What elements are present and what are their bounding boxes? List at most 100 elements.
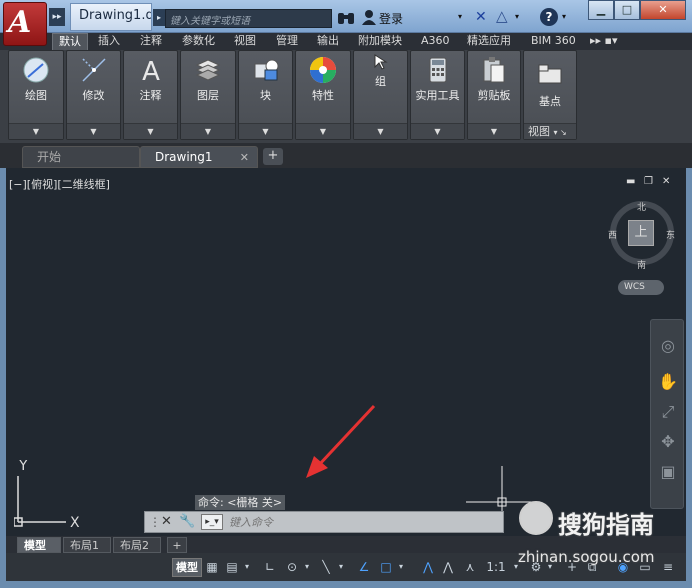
draw-icon [23, 57, 49, 83]
panel-view[interactable]: 基点 视图 ▾ ↘ [523, 50, 577, 140]
tab-annotate[interactable]: 注释 [134, 33, 168, 50]
drawing-canvas[interactable]: [−][俯视][二维线框] ▬ ❐ ✕ 上 北 南 西 东 WCS ◎ ✋ ⤢ … [6, 168, 686, 536]
grip-handle-icon[interactable]: ⋮ [149, 515, 161, 529]
chevron-down-icon[interactable]: ▼ [296, 123, 350, 139]
ribbon-overflow-button[interactable]: ▸▸ ▪▾ [584, 33, 624, 50]
steering-wheel-icon[interactable]: ◎ [658, 336, 678, 356]
wrench-icon[interactable]: 🔧 [179, 514, 195, 529]
minimize-button[interactable]: ▁ [588, 0, 614, 20]
chevron-down-icon[interactable]: ▾ [335, 558, 347, 577]
panel-label: 块 [260, 89, 271, 102]
chevron-down-icon[interactable]: ▼ [124, 123, 177, 139]
chevron-down-icon[interactable]: ▾ [301, 558, 313, 577]
chevron-down-icon: ▾ ↘ [553, 128, 567, 137]
compass-south[interactable]: 南 [637, 258, 646, 271]
application-menu-button[interactable]: A [3, 2, 47, 46]
help-icon[interactable]: ? [540, 8, 558, 26]
group-icon [374, 54, 388, 70]
compass-east[interactable]: 东 [666, 228, 675, 241]
compass-west[interactable]: 西 [608, 228, 617, 241]
block-icon [254, 59, 278, 81]
title-chevron-icon[interactable]: ▸ [153, 9, 165, 26]
panel-properties[interactable]: 特性 ▼ [295, 50, 351, 140]
tab-manage[interactable]: 管理 [270, 33, 304, 50]
panel-block[interactable]: 块 ▼ [238, 50, 293, 140]
chevron-down-icon[interactable]: ▼ [239, 123, 292, 139]
chevron-down-icon[interactable]: ▼ [67, 123, 120, 139]
chevron-down-icon[interactable]: ▼ [9, 123, 63, 139]
tab-default[interactable]: 默认 [52, 33, 88, 50]
zoom-icon[interactable]: ⤢ [658, 402, 678, 422]
wcs-menu[interactable]: WCS [618, 280, 664, 295]
tab-model[interactable]: 模型 [17, 537, 61, 553]
panel-layers[interactable]: 图层 ▼ [180, 50, 236, 140]
chevron-down-icon[interactable]: ▾ [395, 558, 407, 577]
close-icon[interactable]: ✕ [240, 147, 249, 168]
snap-icon[interactable]: ▤ [224, 558, 240, 577]
autodesk-a360-icon[interactable]: △ [496, 7, 508, 25]
viewport-controls-label[interactable]: [−][俯视][二维线框] [9, 176, 110, 192]
close-icon[interactable]: ✕ [161, 514, 172, 529]
new-tab-button[interactable]: + [263, 148, 283, 165]
tab-layout1[interactable]: 布局1 [63, 537, 111, 553]
model-space-button[interactable]: 模型 [172, 558, 202, 577]
chevron-down-icon[interactable]: ▾ [562, 12, 566, 21]
viewport-minimize-icon[interactable]: ▬ [626, 176, 635, 187]
chevron-down-icon[interactable]: ▼ [354, 123, 407, 139]
tab-insert[interactable]: 插入 [92, 33, 126, 50]
panel-draw[interactable]: 绘图 ▼ [8, 50, 64, 140]
binoculars-icon[interactable] [336, 8, 356, 28]
auto-scale-icon[interactable]: ⋀ [440, 558, 456, 577]
chevron-down-icon[interactable]: ▼ [468, 123, 520, 139]
tab-bim360[interactable]: BIM 360 [525, 33, 582, 50]
customize-menu-icon[interactable]: ≡ [660, 558, 676, 577]
maximize-button[interactable]: □ [614, 0, 640, 20]
showmotion-icon[interactable]: ▣ [658, 462, 678, 482]
viewport-close-icon[interactable]: ✕ [662, 176, 670, 187]
tab-featured-apps[interactable]: 精选应用 [461, 33, 517, 50]
tab-parametric[interactable]: 参数化 [176, 33, 221, 50]
tab-view[interactable]: 视图 [228, 33, 262, 50]
add-layout-button[interactable]: + [167, 537, 187, 553]
orbit-icon[interactable]: ✥ [658, 432, 678, 452]
sogou-watermark-logo [519, 501, 553, 535]
panel-annotation[interactable]: A 注释 ▼ [123, 50, 178, 140]
quick-access-toolbar-toggle[interactable]: ▸▸ [49, 8, 65, 26]
tab-layout2[interactable]: 布局2 [113, 537, 161, 553]
ortho-icon[interactable]: ∟ [262, 558, 278, 577]
signin-button[interactable]: 登录 ▾ [360, 8, 470, 28]
annotation-scale-icon[interactable]: ⋏ [462, 558, 478, 577]
chevron-down-icon[interactable]: ▼ [181, 123, 235, 139]
panel-clipboard[interactable]: 剪贴板 ▼ [467, 50, 521, 140]
tab-a360[interactable]: A360 [415, 33, 456, 50]
object-snap-tracking-icon[interactable]: ∠ [356, 558, 372, 577]
chevron-down-icon[interactable]: ▼ [411, 123, 464, 139]
view-panel-footer[interactable]: 视图 ▾ ↘ [524, 123, 576, 139]
annotation-visibility-icon[interactable]: ⋀ [420, 558, 436, 577]
isodraft-icon[interactable]: ╲ [318, 558, 334, 577]
exchange-apps-icon[interactable]: ✕ [475, 9, 487, 25]
title-bar: A ▸▸ Drawing1.d... ▸ 键入关键字或短语 登录 ▾ ✕ △ ▾… [0, 0, 692, 46]
panel-modify[interactable]: 修改 ▼ [66, 50, 121, 140]
search-input[interactable]: 键入关键字或短语 [165, 9, 332, 28]
close-button[interactable]: ✕ [640, 0, 686, 20]
polar-icon[interactable]: ⊙ [284, 558, 300, 577]
command-input[interactable] [229, 514, 497, 530]
tab-start[interactable]: 开始 [22, 146, 140, 168]
tab-addins[interactable]: 附加模块 [352, 33, 408, 50]
annotation-arrow-icon [306, 404, 376, 478]
annotation-scale-value[interactable]: 1:1 [482, 558, 510, 577]
tab-output[interactable]: 输出 [311, 33, 345, 50]
chevron-down-icon[interactable]: ▾ [515, 12, 519, 21]
panel-utilities[interactable]: 实用工具 ▼ [410, 50, 465, 140]
recent-commands-button[interactable]: ▸_▾ [201, 514, 223, 530]
compass-north[interactable]: 北 [637, 200, 646, 213]
panel-group[interactable]: 组 ▼ [353, 50, 408, 140]
pan-icon[interactable]: ✋ [658, 372, 678, 392]
grid-icon[interactable]: ▦ [204, 558, 220, 577]
tab-drawing1[interactable]: Drawing1 ✕ [140, 146, 258, 168]
viewcube-top-face[interactable]: 上 [628, 220, 654, 246]
object-snap-icon[interactable]: □ [378, 558, 394, 577]
chevron-down-icon[interactable]: ▾ [241, 558, 253, 577]
viewport-restore-icon[interactable]: ❐ [644, 176, 653, 187]
